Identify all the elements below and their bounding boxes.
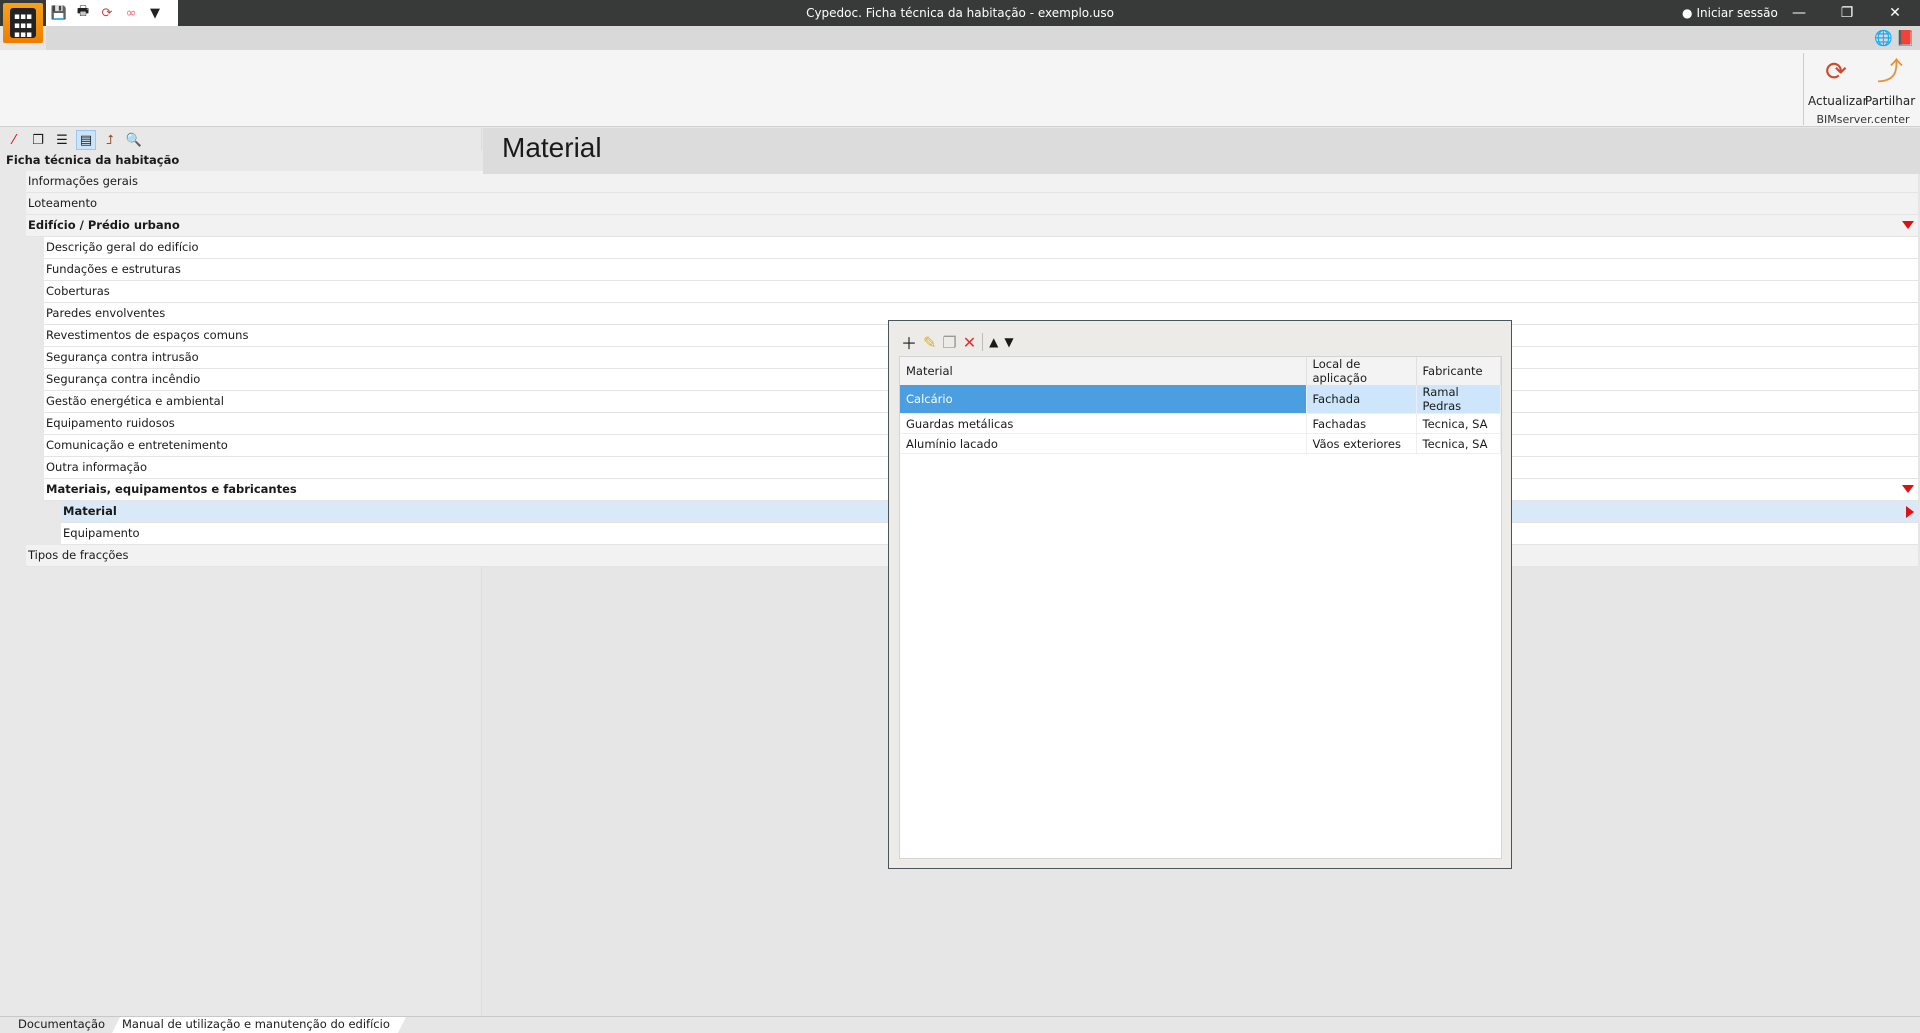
tree-item-label: Loteamento bbox=[28, 196, 97, 210]
level-up-icon[interactable]: ⮥ bbox=[100, 130, 120, 150]
print-icon[interactable]: 🖶 bbox=[74, 4, 92, 22]
close-button[interactable]: ✕ bbox=[1872, 0, 1918, 26]
table-cell: Guardas metálicas bbox=[900, 413, 1307, 434]
tree-item-label: Coberturas bbox=[46, 284, 110, 298]
tree-item-label: Comunicação e entretenimento bbox=[46, 438, 228, 452]
tree-item-label: Equipamento ruidosos bbox=[46, 416, 175, 430]
user-icon: ● bbox=[1682, 6, 1693, 20]
copy-icon[interactable]: ❐ bbox=[28, 130, 48, 150]
toolbar-divider bbox=[982, 333, 984, 351]
tree-item[interactable]: Informações gerais bbox=[26, 171, 1918, 193]
collapse-arrow-icon[interactable] bbox=[1902, 485, 1914, 493]
minimize-button[interactable]: — bbox=[1776, 0, 1822, 26]
actualizar-label: Actualizar bbox=[1808, 94, 1868, 108]
tree-item-label: Edifício / Prédio urbano bbox=[28, 218, 180, 232]
duplicate-icon[interactable]: ❐ bbox=[942, 333, 956, 352]
tree-toolbar: ⁄ ❐ ☰ ▤ ⮥ 🔍 bbox=[4, 130, 144, 150]
table-row[interactable]: Calcário Fachada Ramal Pedras bbox=[900, 385, 1501, 414]
tree-item-label: Informações gerais bbox=[28, 174, 138, 188]
delete-icon[interactable]: ✕ bbox=[963, 333, 976, 352]
column-header-fabricante[interactable]: Fabricante bbox=[1416, 357, 1501, 385]
tree-item-label: Segurança contra intrusão bbox=[46, 350, 199, 364]
app-logo-button[interactable]: ▪▪▪ ▪▪▪ ▪▪▪ bbox=[3, 3, 43, 43]
tree-item-label: Paredes envolventes bbox=[46, 306, 166, 320]
material-table: Material Local de aplicação Fabricante C… bbox=[899, 356, 1502, 859]
edit-red-icon[interactable]: ⁄ bbox=[4, 130, 24, 150]
tree-item[interactable]: Coberturas bbox=[44, 281, 1918, 303]
bimserver-refresh-icon: ⟳ bbox=[1825, 57, 1847, 87]
tree-item-label: Equipamento bbox=[63, 526, 140, 540]
table-cell: Tecnica, SA bbox=[1416, 413, 1501, 434]
tree-item-label: Descrição geral do edifício bbox=[46, 240, 199, 254]
actualizar-button[interactable]: ⟳ Actualizar bbox=[1808, 54, 1868, 108]
move-up-icon[interactable]: ▲ bbox=[989, 335, 998, 349]
quick-bar: 🌐 📕 bbox=[46, 26, 1920, 50]
login-label: Iniciar sessão bbox=[1696, 6, 1778, 20]
table-row[interactable]: Guardas metálicas Fachadas Tecnica, SA bbox=[900, 413, 1501, 434]
help-book-icon[interactable]: 📕 bbox=[1896, 29, 1915, 47]
partilhar-button[interactable]: ⤴ Partilhar bbox=[1862, 54, 1918, 108]
table-toolbar: ＋ ✎ ❐ ✕ ▲ ▼ bbox=[901, 330, 1014, 354]
expand-right-arrow-icon[interactable] bbox=[1906, 506, 1914, 518]
quick-access-toolbar: 💾 🖶 ⟳ ∞ ▼ bbox=[46, 0, 178, 26]
save-icon[interactable]: 💾 bbox=[50, 4, 68, 22]
tree-item[interactable]: Descrição geral do edifício bbox=[44, 237, 1918, 259]
partilhar-label: Partilhar bbox=[1864, 94, 1916, 108]
table-cell: Tecnica, SA bbox=[1416, 433, 1501, 454]
table-cell: Calcário bbox=[900, 385, 1307, 414]
ribbon: ⟳ Actualizar ⤴ Partilhar BIMserver.center bbox=[0, 50, 1920, 127]
table-cell: Fachadas bbox=[1306, 413, 1417, 434]
table-cell: Ramal Pedras bbox=[1416, 385, 1501, 414]
tree-item-label: Revestimentos de espaços comuns bbox=[46, 328, 249, 342]
tree-item-label: Gestão energética e ambiental bbox=[46, 394, 224, 408]
table-cell: Vãos exteriores bbox=[1306, 433, 1417, 454]
title-bar bbox=[0, 0, 1920, 26]
table-cell: Alumínio lacado bbox=[900, 433, 1307, 454]
material-panel: ＋ ✎ ❐ ✕ ▲ ▼ Material Local de aplicação … bbox=[888, 320, 1512, 869]
table-row[interactable]: Alumínio lacado Vãos exteriores Tecnica, S… bbox=[900, 433, 1501, 454]
table-cell: Fachada bbox=[1306, 385, 1417, 414]
tree-item-label: Materiais, equipamentos e fabricantes bbox=[46, 482, 297, 496]
search-icon[interactable]: 🔍 bbox=[124, 130, 144, 150]
tree-item-label: Outra informação bbox=[46, 460, 148, 474]
dropdown-icon[interactable]: ▼ bbox=[146, 4, 164, 22]
refresh-icon[interactable]: ⟳ bbox=[98, 4, 116, 22]
tab-manual[interactable]: Manual de utilização e manutenção do edi… bbox=[112, 1017, 406, 1033]
main-header bbox=[483, 128, 1920, 174]
page-title: Material bbox=[502, 132, 602, 163]
restore-button[interactable]: ❐ bbox=[1824, 0, 1870, 26]
column-header-local[interactable]: Local de aplicação bbox=[1306, 357, 1417, 385]
move-down-icon[interactable]: ▼ bbox=[1004, 335, 1013, 349]
share-icon[interactable]: ∞ bbox=[122, 4, 140, 22]
list-view-icon[interactable]: ▤ bbox=[76, 130, 96, 150]
building-icon: ▪▪▪ ▪▪▪ ▪▪▪ bbox=[10, 8, 36, 40]
tree-item-label: Segurança contra incêndio bbox=[46, 372, 201, 386]
login-button[interactable]: ● Iniciar sessão bbox=[1682, 0, 1778, 26]
tree-item[interactable]: Edifício / Prédio urbano bbox=[26, 215, 1918, 237]
tree-header-label: Ficha técnica da habitação bbox=[6, 153, 180, 167]
add-icon[interactable]: ＋ bbox=[901, 330, 917, 354]
bimserver-share-icon: ⤴ bbox=[1876, 57, 1903, 87]
tree-item[interactable]: Fundações e estruturas bbox=[44, 259, 1918, 281]
tab-documentacao[interactable]: Documentação bbox=[8, 1017, 115, 1033]
tree-item-label: Material bbox=[63, 504, 117, 518]
ribbon-group-label: BIMserver.center bbox=[1816, 113, 1910, 126]
tree-item[interactable]: Loteamento bbox=[26, 193, 1918, 215]
ribbon-divider bbox=[1803, 53, 1804, 125]
globe-icon[interactable]: 🌐 bbox=[1874, 29, 1893, 47]
edit-pencil-icon[interactable]: ✎ bbox=[923, 333, 936, 352]
collapse-arrow-icon[interactable] bbox=[1902, 221, 1914, 229]
list-insert-icon[interactable]: ☰ bbox=[52, 130, 72, 150]
tree-item-label: Tipos de fracções bbox=[28, 548, 129, 562]
bottom-tabs: Documentação Manual de utilização e manu… bbox=[0, 1016, 1920, 1032]
column-header-material[interactable]: Material bbox=[900, 357, 1307, 385]
tree-item-label: Fundações e estruturas bbox=[46, 262, 181, 276]
